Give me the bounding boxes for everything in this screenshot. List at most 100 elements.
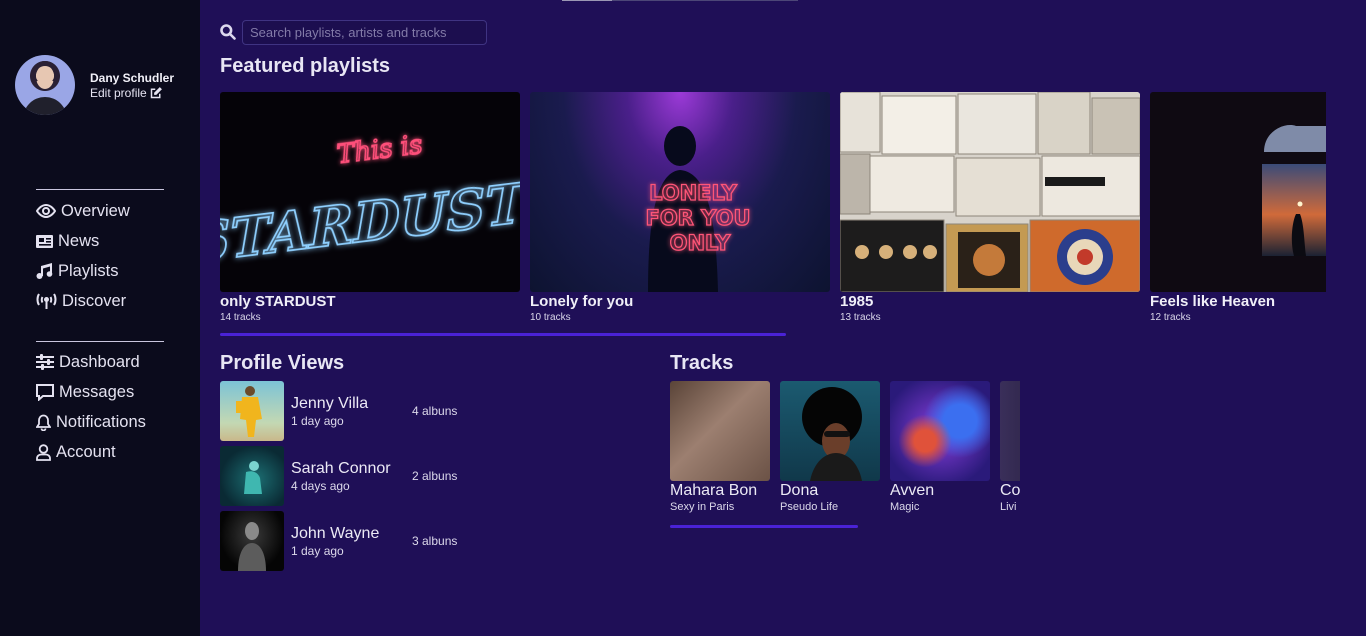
track-name: Avven [890,482,935,499]
edit-icon [150,86,162,98]
playlist-cover-1985 [840,92,1140,292]
track-name: Dona [780,482,819,499]
nav-primary: Overview News Playlists Discover [36,196,130,316]
eye-icon [36,203,56,219]
newspaper-icon [36,234,53,248]
track-cover [780,381,880,481]
playlist-cover-lonely: LONELY FOR YOU ONLY [530,92,830,292]
nav-item-overview[interactable]: Overview [36,196,130,226]
nav-item-account[interactable]: Account [36,437,146,467]
playlist-track-count: 13 tracks [840,312,881,323]
sunset-window-art [1262,125,1326,256]
playlist-track-count: 12 tracks [1150,312,1191,323]
track-album: Sexy in Paris [670,501,735,513]
playlist-name: 1985 [840,293,874,310]
playlist-name: only STARDUST [220,293,336,310]
nav-divider-top [36,189,164,190]
nav-label-notifications: Notifications [56,412,146,431]
stardust-art-line1: This is [335,130,424,170]
nav-label-dashboard: Dashboard [59,352,140,371]
user-profile: Dany Schudler Edit profile [15,55,174,115]
track-photo-art [802,387,862,481]
featured-scrollbar[interactable] [220,333,786,336]
avatar[interactable] [15,55,75,115]
track-cover [890,381,990,481]
nav-item-dashboard[interactable]: Dashboard [36,347,146,377]
profile-view-row[interactable]: John Wayne 1 day ago 3 albuns [220,511,490,571]
music-note-icon [36,263,53,279]
lonely-art-line2: FOR YOU [645,206,750,230]
profile-views-title: Profile Views [220,352,345,374]
track-album: Magic [890,501,920,513]
track-name: Co [1000,482,1020,499]
track-card[interactable]: Avven Magic [890,381,990,513]
avatar-shoulders [23,97,67,115]
avatar-hair [31,61,59,87]
viewer-photo-art [236,386,262,437]
search-icon[interactable] [220,24,236,40]
viewer-albums: 4 albuns [412,404,458,418]
nav-item-news[interactable]: News [36,226,130,256]
viewer-name: Jenny Villa [291,394,369,412]
viewer-info: John Wayne 1 day ago [291,525,412,558]
profile-view-row[interactable]: Jenny Villa 1 day ago 4 albuns [220,381,490,441]
track-card[interactable]: Mahara Bon Sexy in Paris [670,381,770,513]
top-scroll-indicator [562,0,798,1]
bell-icon [36,414,51,431]
user-icon [36,443,51,461]
broadcast-icon [36,293,57,309]
nav-divider-bottom [36,341,164,342]
playlist-cover-heaven [1150,92,1326,292]
nav-label-overview: Overview [61,201,130,220]
sliders-icon [36,354,54,370]
track-album: Pseudo Life [780,501,839,513]
viewer-time: 1 day ago [291,543,344,558]
user-name: Dany Schudler [90,70,175,85]
nav-item-discover[interactable]: Discover [36,286,130,316]
viewer-albums: 2 albuns [412,469,458,483]
nav-item-messages[interactable]: Messages [36,377,146,407]
playlist-card[interactable]: Feels like Heaven 12 tracks [1150,92,1326,323]
featured-carousel[interactable]: This is STARDUST only STARDUST 14 tracks… [220,92,1326,332]
track-card[interactable]: Co Livi [1000,381,1020,513]
track-name: Mahara Bon [670,482,758,499]
tracks-carousel[interactable]: Mahara Bon Sexy in Paris Dona Pseudo Lif… [670,381,1020,521]
playlist-card[interactable]: LONELY FOR YOU ONLY Lonely for you 10 tr… [530,92,830,323]
nav-label-messages: Messages [59,382,135,401]
nav-item-playlists[interactable]: Playlists [36,256,130,286]
nav-label-discover: Discover [62,291,127,310]
viewer-avatar [220,381,284,441]
nav-label-account: Account [56,442,116,461]
viewer-avatar [220,446,284,506]
search-input[interactable] [242,20,487,45]
nav-secondary: Dashboard Messages Notifications Account [36,347,146,467]
playlist-card[interactable]: This is STARDUST only STARDUST 14 tracks [220,92,520,323]
playlist-cover-stardust: This is STARDUST [220,92,520,292]
playlist-name: Lonely for you [530,293,634,310]
neon-sign-art: This is STARDUST [220,129,520,276]
lonely-art-line3: ONLY [670,231,732,255]
lonely-art-line1: LONELY [649,181,738,205]
record-crates-art [840,92,1140,292]
viewer-photo-art [238,522,266,571]
viewer-photo-art [244,461,262,494]
nav-label-news: News [58,231,100,250]
edit-profile-link[interactable]: Edit profile [90,86,174,100]
playlist-card[interactable]: 1985 13 tracks [840,92,1140,323]
sidebar: Dany Schudler Edit profile Overview News… [0,0,200,636]
viewer-avatar [220,511,284,571]
neon-silhouette-art: LONELY FOR YOU ONLY [645,126,751,292]
viewer-time: 1 day ago [291,413,344,428]
track-card[interactable]: Dona Pseudo Life [780,381,880,513]
edit-profile-label: Edit profile [90,85,147,100]
playlist-name: Feels like Heaven [1150,293,1276,310]
nav-item-notifications[interactable]: Notifications [36,407,146,437]
stardust-art-line2: STARDUST [220,170,520,276]
featured-title: Featured playlists [220,55,391,77]
playlist-track-count: 10 tracks [530,312,571,323]
tracks-scrollbar[interactable] [670,525,858,528]
profile-view-row[interactable]: Sarah Connor 4 days ago 2 albuns [220,446,490,506]
track-album: Livi [1000,501,1017,513]
playlist-track-count: 14 tracks [220,312,261,323]
viewer-info: Sarah Connor 4 days ago [291,460,412,493]
